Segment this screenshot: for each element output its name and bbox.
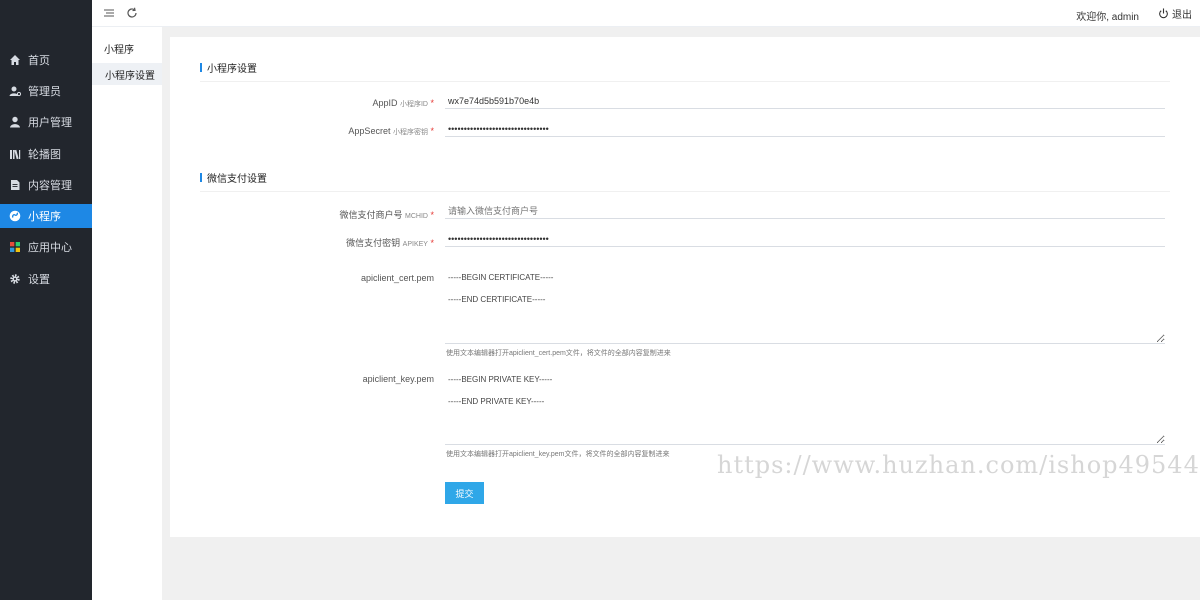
cert-hint: 使用文本编辑器打开apiclient_cert.pem文件，将文件的全部内容复制… <box>446 350 671 357</box>
apikey-input[interactable] <box>445 231 1165 247</box>
sidebar-item-label: 设置 <box>28 274 50 286</box>
sidebar-item-apps[interactable]: 应用中心 <box>0 235 92 259</box>
logout-button[interactable]: 退出 <box>1158 6 1192 21</box>
power-icon <box>1158 7 1169 19</box>
gear-icon <box>8 272 22 286</box>
sidebar-item-content[interactable]: 内容管理 <box>0 173 92 197</box>
sidebar-item-label: 内容管理 <box>28 180 72 192</box>
apikey-label-text: 微信支付密钥 <box>346 238 401 248</box>
appsecret-input[interactable] <box>445 121 1165 137</box>
user-icon <box>8 115 22 129</box>
mchid-label-sub: MCHID <box>405 213 428 220</box>
apikey-label-sub: APIKEY <box>402 241 428 248</box>
sidebar-item-miniprogram[interactable]: 小程序 <box>0 204 92 228</box>
miniprogram-icon <box>8 209 22 223</box>
section-accent-bar <box>200 173 202 182</box>
key-textarea[interactable]: -----BEGIN PRIVATE KEY----- -----END PRI… <box>445 365 1165 445</box>
subnav-title: 小程序 <box>104 45 134 56</box>
home-icon <box>8 53 22 67</box>
mchid-label: 微信支付商户号 MCHID * <box>339 208 434 221</box>
sidebar-item-label: 管理员 <box>28 86 61 98</box>
sidebar-item-settings[interactable]: 设置 <box>0 267 92 291</box>
section-accent-bar <box>200 63 202 72</box>
sidebar-item-label: 小程序 <box>28 211 61 223</box>
section-wechat-pay-header: 微信支付设置 <box>200 170 1170 192</box>
appid-label: AppID 小程序ID * <box>372 98 434 109</box>
section-miniprogram-header: 小程序设置 <box>200 60 1170 82</box>
appsecret-label: AppSecret 小程序密钥 * <box>348 126 434 137</box>
required-marker: * <box>430 98 434 108</box>
sidebar: 首页 管理员 用户管理 轮播图 内容管理 小程序 应用中心 设置 <box>0 0 92 600</box>
cert-label: apiclient_cert.pem <box>361 273 434 283</box>
sub-navigation: 小程序 小程序设置 <box>92 27 162 600</box>
sidebar-item-label: 用户管理 <box>28 117 72 129</box>
section-title: 微信支付设置 <box>207 174 267 185</box>
sidebar-item-label: 轮播图 <box>28 149 61 161</box>
admin-icon <box>8 84 22 98</box>
appid-label-sub: 小程序ID <box>399 101 428 108</box>
appid-input[interactable] <box>445 93 1165 109</box>
watermark-text: https://www.huzhan.com/ishop49544 <box>717 451 1200 479</box>
mchid-input[interactable] <box>445 203 1165 219</box>
appsecret-label-sub: 小程序密钥 <box>392 129 428 136</box>
key-label: apiclient_key.pem <box>363 374 434 384</box>
welcome-text: 欢迎你, admin <box>1076 12 1139 23</box>
logout-label: 退出 <box>1172 9 1192 21</box>
section-title: 小程序设置 <box>207 64 257 75</box>
cert-label-text: apiclient_cert.pem <box>360 273 434 283</box>
submit-button[interactable]: 提交 <box>445 482 484 504</box>
sidebar-item-carousel[interactable]: 轮播图 <box>0 142 92 166</box>
key-hint: 使用文本编辑器打开apiclient_key.pem文件，将文件的全部内容复制进… <box>446 451 670 458</box>
appid-label-text: AppID <box>372 98 398 108</box>
sidebar-item-users[interactable]: 用户管理 <box>0 110 92 134</box>
subnav-item-miniprogram-settings[interactable]: 小程序设置 <box>92 63 162 85</box>
appsecret-label-text: AppSecret <box>348 126 391 136</box>
sidebar-item-label: 应用中心 <box>28 242 72 254</box>
sidebar-item-label: 首页 <box>28 55 50 67</box>
document-icon <box>8 178 22 192</box>
subnav-item-label: 小程序设置 <box>105 70 155 82</box>
refresh-icon[interactable] <box>125 6 139 20</box>
sidebar-item-admin[interactable]: 管理员 <box>0 79 92 103</box>
required-marker: * <box>430 238 434 248</box>
apps-icon <box>8 240 22 254</box>
menu-icon[interactable] <box>102 6 116 20</box>
cert-textarea[interactable]: -----BEGIN CERTIFICATE----- -----END CER… <box>445 263 1165 344</box>
apikey-label: 微信支付密钥 APIKEY * <box>346 236 434 249</box>
top-bar: 欢迎你, admin 退出 <box>92 0 1200 27</box>
carousel-icon <box>8 147 22 161</box>
sidebar-item-home[interactable]: 首页 <box>0 48 92 72</box>
mchid-label-text: 微信支付商户号 <box>339 210 403 220</box>
required-marker: * <box>430 126 434 136</box>
key-label-text: apiclient_key.pem <box>362 374 434 384</box>
required-marker: * <box>430 210 434 220</box>
